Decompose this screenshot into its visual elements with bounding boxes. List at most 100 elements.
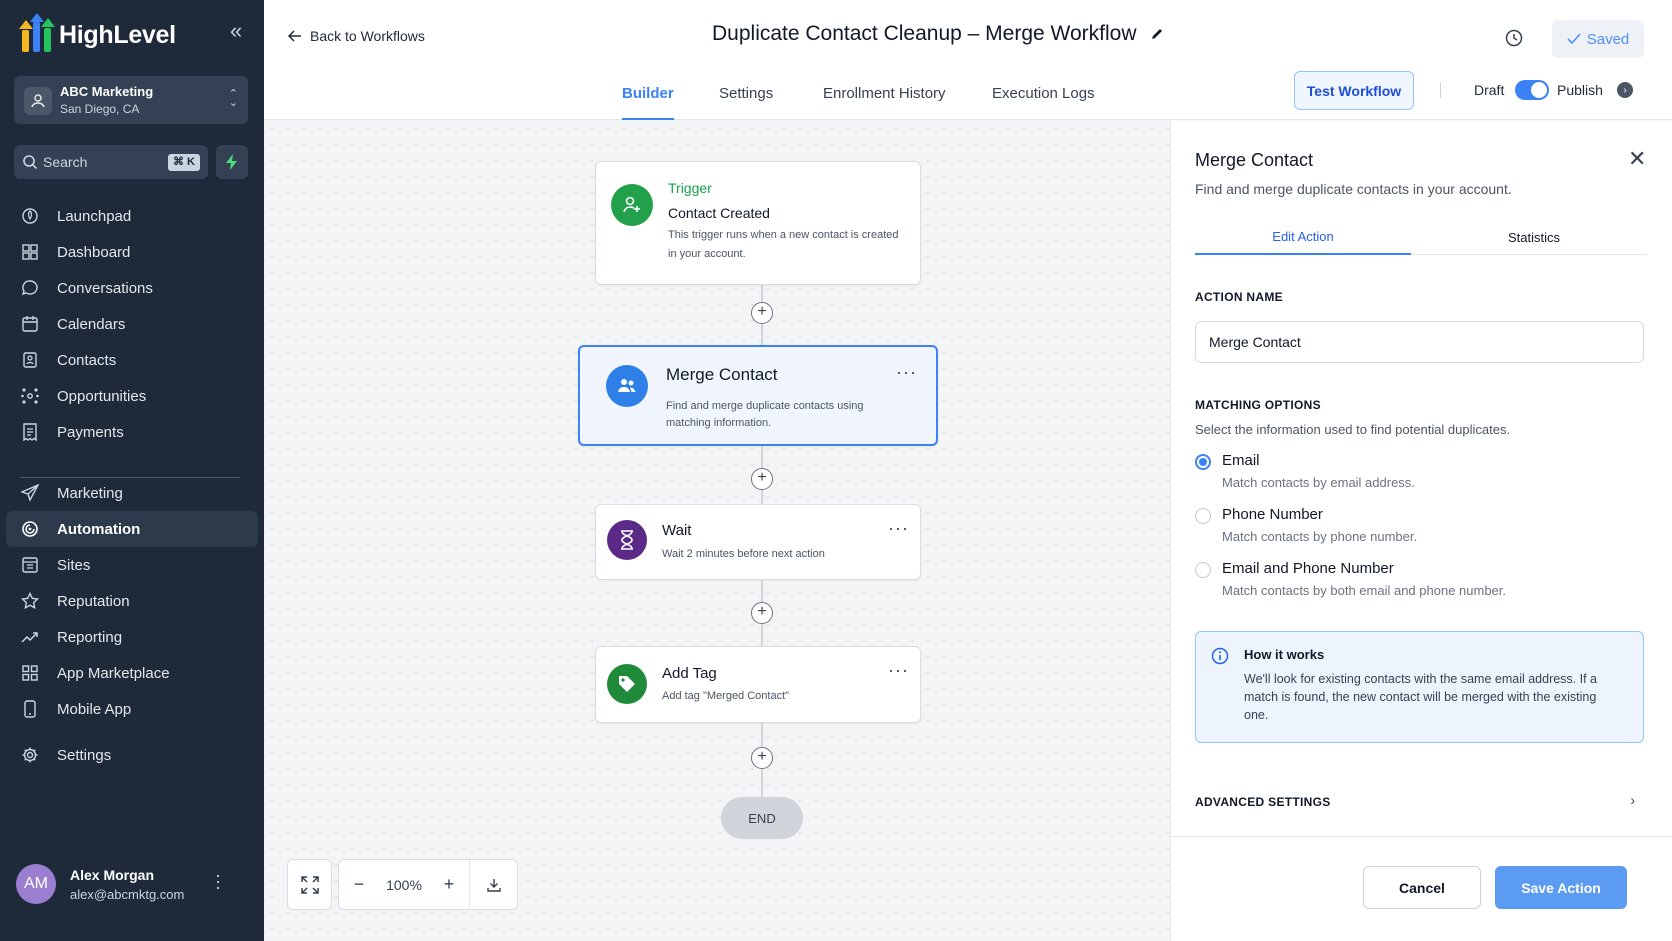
fit-to-screen-icon[interactable] <box>287 859 332 910</box>
tab-execution-logs[interactable]: Execution Logs <box>992 85 1095 120</box>
radio-button[interactable] <box>1195 508 1211 524</box>
search-icon <box>23 155 38 170</box>
publish-toggle[interactable] <box>1515 80 1549 100</box>
trigger-title: Contact Created <box>668 205 770 221</box>
wait-title: Wait <box>662 522 692 539</box>
advanced-settings-toggle[interactable]: ADVANCED SETTINGS › <box>1195 792 1635 813</box>
sidebar-item-marketing[interactable]: Marketing <box>6 475 258 511</box>
sidebar-item-sites[interactable]: Sites <box>6 547 258 583</box>
logo-icon <box>19 13 55 54</box>
panel-title: Merge Contact <box>1195 150 1314 170</box>
users-icon <box>606 365 648 407</box>
add-step-plus-icon[interactable]: + <box>751 468 773 490</box>
radio-label: Email <box>1222 452 1260 469</box>
sidebar-item-dashboard[interactable]: Dashboard <box>6 234 258 270</box>
radio-phone-number[interactable]: Phone Number Match contacts by phone num… <box>1195 505 1635 547</box>
test-workflow-button[interactable]: Test Workflow <box>1294 71 1414 110</box>
add-step-plus-icon[interactable]: + <box>751 747 773 769</box>
edit-pencil-icon[interactable] <box>1150 27 1164 41</box>
sidebar-item-reporting[interactable]: Reporting <box>6 619 258 655</box>
workflow-canvas[interactable]: Trigger Contact Created This trigger run… <box>264 121 1170 941</box>
trigger-node[interactable]: Trigger Contact Created This trigger run… <box>595 161 921 285</box>
hourglass-icon <box>607 520 647 560</box>
workflow-title-text: Duplicate Contact Cleanup – Merge Workfl… <box>712 22 1137 45</box>
sidebar-item-conversations[interactable]: Conversations <box>6 270 258 306</box>
quick-action-bolt-icon[interactable] <box>216 145 248 179</box>
zoom-level: 100% <box>386 876 422 893</box>
publish-label: Publish <box>1557 82 1603 98</box>
wait-node[interactable]: Wait Wait 2 minutes before next action ·… <box>595 504 921 580</box>
download-icon[interactable] <box>470 860 518 909</box>
workflow-tabs: Builder Settings Enrollment History Exec… <box>264 80 1672 120</box>
sidebar-item-label: Dashboard <box>57 243 131 261</box>
sidebar-item-launchpad[interactable]: Launchpad <box>6 198 258 234</box>
panel-footer-divider <box>1171 836 1672 837</box>
radio-email[interactable]: Email Match contacts by email address. <box>1195 451 1635 493</box>
zoom-controls: − 100% + <box>338 859 518 910</box>
back-to-workflows-link[interactable]: Back to Workflows <box>288 28 425 44</box>
action-settings-panel: Merge Contact Find and merge duplicate c… <box>1170 121 1672 941</box>
sidebar-item-label: Automation <box>57 520 141 538</box>
user-profile[interactable]: AM Alex Morgan alex@abcmktg.com · · · <box>16 862 252 906</box>
check-icon <box>1567 33 1581 45</box>
account-switcher[interactable]: ABC Marketing San Diego, CA ⌃ ⌄ <box>14 76 248 124</box>
search-input[interactable]: Search ⌘ K <box>14 145 208 179</box>
saved-status-button[interactable]: Saved <box>1552 20 1644 58</box>
sidebar-item-app-marketplace[interactable]: App Marketplace <box>6 655 258 691</box>
panel-subtitle: Find and merge duplicate contacts in you… <box>1195 181 1512 197</box>
brand-logo[interactable]: HighLevel <box>19 13 176 55</box>
sidebar-item-calendars[interactable]: Calendars <box>6 306 258 342</box>
radio-email-and-phone[interactable]: Email and Phone Number Match contacts by… <box>1195 559 1635 601</box>
tab-settings[interactable]: Settings <box>719 85 773 120</box>
save-action-button[interactable]: Save Action <box>1495 866 1627 909</box>
opportunities-icon <box>19 385 41 407</box>
history-clock-icon[interactable] <box>1504 28 1524 53</box>
tag-icon <box>607 664 647 704</box>
action-name-input[interactable]: Merge Contact <box>1195 321 1644 363</box>
search-placeholder: Search <box>43 154 88 170</box>
merge-contact-node[interactable]: Merge Contact Find and merge duplicate c… <box>578 345 938 446</box>
radio-button[interactable] <box>1195 454 1211 470</box>
zoom-in-icon[interactable]: + <box>429 860 469 909</box>
more-horizontal-icon[interactable]: ··· <box>896 363 917 381</box>
radio-description: Match contacts by email address. <box>1222 475 1415 490</box>
close-icon[interactable]: ✕ <box>1628 148 1646 170</box>
radio-button[interactable] <box>1195 562 1211 578</box>
sidebar-item-settings[interactable]: Settings <box>6 737 258 773</box>
radio-description: Match contacts by phone number. <box>1222 529 1418 544</box>
arrow-left-icon <box>288 30 301 42</box>
more-vertical-icon[interactable]: · · · <box>214 866 222 896</box>
workflow-header: Back to Workflows Duplicate Contact Clea… <box>264 0 1672 120</box>
add-step-plus-icon[interactable]: + <box>751 302 773 324</box>
account-location: San Diego, CA <box>60 102 140 116</box>
sidebar-item-label: Opportunities <box>57 387 147 405</box>
advanced-settings-label: ADVANCED SETTINGS <box>1195 795 1331 809</box>
tab-statistics[interactable]: Statistics <box>1421 219 1647 255</box>
tab-builder[interactable]: Builder <box>622 85 674 120</box>
more-horizontal-icon[interactable]: ··· <box>888 519 909 537</box>
cancel-button[interactable]: Cancel <box>1363 866 1481 909</box>
sidebar-item-payments[interactable]: Payments <box>6 414 258 450</box>
sidebar-item-mobile-app[interactable]: Mobile App <box>6 691 258 727</box>
sidebar-item-contacts[interactable]: Contacts <box>6 342 258 378</box>
add-step-plus-icon[interactable]: + <box>751 602 773 624</box>
sidebar-item-automation[interactable]: Automation <box>6 511 258 547</box>
publish-info-icon[interactable]: › <box>1617 82 1633 98</box>
sidebar-item-opportunities[interactable]: Opportunities <box>6 378 258 414</box>
contacts-icon <box>19 349 41 371</box>
collapse-sidebar-icon[interactable]: « <box>230 20 252 42</box>
calendar-icon <box>19 313 41 335</box>
account-icon <box>24 87 52 115</box>
callout-title: How it works <box>1244 647 1325 662</box>
tab-enrollment-history[interactable]: Enrollment History <box>823 85 946 120</box>
zoom-out-icon[interactable]: − <box>339 860 379 909</box>
sidebar-item-reputation[interactable]: Reputation <box>6 583 258 619</box>
sidebar-item-label: Contacts <box>57 351 117 369</box>
merge-contact-title: Merge Contact <box>666 365 778 384</box>
sidebar-item-label: Mobile App <box>57 700 132 718</box>
phone-icon <box>19 698 41 720</box>
add-tag-node[interactable]: Add Tag Add tag "Merged Contact" ··· <box>595 646 921 723</box>
more-horizontal-icon[interactable]: ··· <box>888 661 909 679</box>
tab-edit-action[interactable]: Edit Action <box>1195 219 1411 255</box>
automation-icon <box>19 518 41 540</box>
